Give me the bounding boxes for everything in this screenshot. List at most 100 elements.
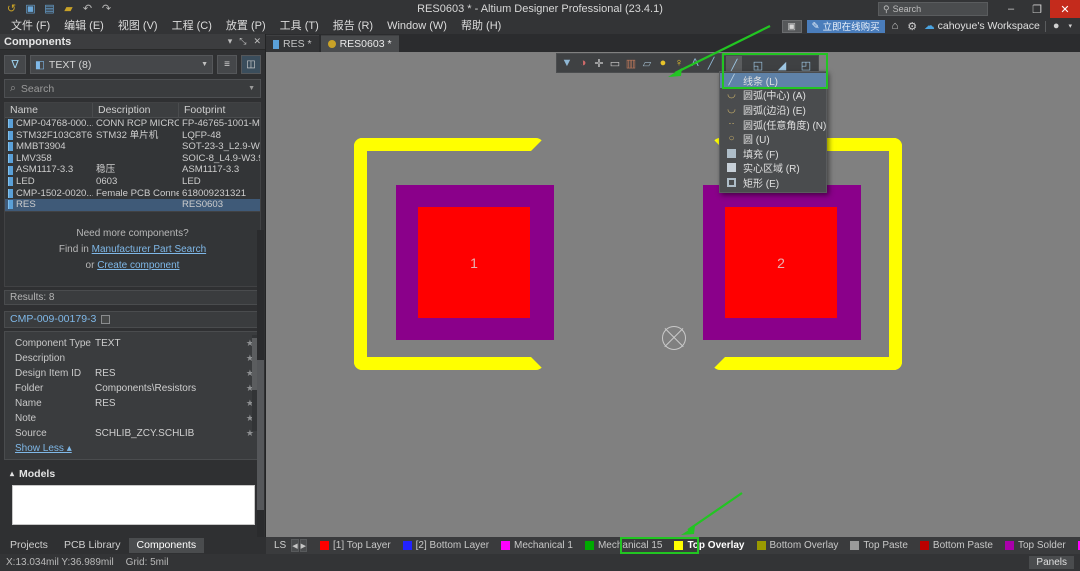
minimize-button[interactable]: – [998,0,1024,18]
models-preview-area[interactable] [12,485,255,525]
close-button[interactable]: ✕ [1050,0,1080,18]
layer-tab-top-paste[interactable]: Top Paste [844,538,913,553]
menu-file[interactable]: 文件 (F) [4,18,57,34]
table-row[interactable]: CMP-1502-0020... Female PCB Connect... 6… [5,188,260,200]
place-via-icon[interactable]: ● [655,54,671,72]
place-pin-icon[interactable]: ♀ [671,54,687,72]
chevron-down-icon: ▼ [201,61,208,68]
layer-next-button[interactable]: ▶ [300,539,307,552]
menu-place[interactable]: 放置 (P) [219,18,273,34]
create-component-link[interactable]: Create component [97,260,179,271]
panel-pin-icon[interactable]: ⤡ [239,36,246,47]
notifications-icon[interactable]: ▣ [782,20,802,33]
title-bar: ↺ ▣ ▤ ▰ ↶ ↷ RES0603 * - Altium Designer … [0,0,1080,18]
account-icon[interactable]: ● [1051,20,1062,32]
save-icon[interactable]: ▣ [23,2,38,16]
menu-tools[interactable]: 工具 (T) [273,18,326,34]
panel-close-icon[interactable]: ✕ [253,36,261,47]
menu-item-circle[interactable]: ○ 圆 (U) [720,131,826,146]
layer-tab-bottom-layer[interactable]: [2] Bottom Layer [397,538,495,553]
panel-tab-pcb-library[interactable]: PCB Library [56,538,129,553]
panel-scrollbar[interactable] [257,230,264,566]
show-less-link[interactable]: Show Less ▴ [15,443,72,454]
chevron-down-icon[interactable]: ▾ [1066,22,1074,30]
maximize-button[interactable]: ❐ [1024,0,1050,18]
tab-res0603[interactable]: RES0603 * [321,35,399,52]
tab-res[interactable]: RES * [266,35,319,52]
panel-tab-components[interactable]: Components [129,538,205,553]
category-dropdown[interactable]: ◧ TEXT (8) ▼ [30,55,213,74]
menu-item-rectangle[interactable]: 矩形 (E) [720,175,826,190]
place-3dbody-icon[interactable]: ▥ [623,54,639,72]
place-filled-icon[interactable]: ▼ [559,54,575,72]
table-row[interactable]: LMV358 SOIC-8_L4.9-W3.9-P... [5,153,260,165]
workspace-indicator[interactable]: ☁ cahoyue's Workspace [924,20,1040,32]
table-row[interactable]: LED 0603 LED [5,176,260,188]
panel-menu-icon[interactable]: ▾ [228,36,233,47]
menu-bar-right-tools: ▣ ✎ 立即在线购买 ⌂ ⚙ ☁ cahoyue's Workspace ● ▾ [782,20,1080,33]
menu-reports[interactable]: 报告 (R) [326,18,380,34]
layer-tab-bottom-solder[interactable]: Bottom Solder [1072,538,1080,553]
menu-edit[interactable]: 编辑 (E) [57,18,111,34]
layer-tab-mechanical-15[interactable]: Mechanical 15 [579,538,668,553]
split-view-button[interactable]: ◫ [241,55,261,74]
panels-button[interactable]: Panels [1029,556,1074,569]
layer-sets-label[interactable]: LS [274,540,286,551]
save-all-icon[interactable]: ▤ [42,2,57,16]
pad-1[interactable]: 1 [418,207,530,318]
place-region-icon[interactable]: ▭ [607,54,623,72]
place-pad-icon[interactable]: ◑ [575,54,591,72]
menu-item-arc-edge[interactable]: ◡ 圆弧(边沿) (E) [720,102,826,117]
gear-icon[interactable]: ⚙ [905,20,919,33]
cloud-icon: ☁ [924,20,935,32]
column-header-name[interactable]: Name [5,103,93,117]
column-header-footprint[interactable]: Footprint [179,103,260,117]
pcb-library-canvas[interactable]: 1 2 [266,52,1080,537]
components-search-input[interactable]: ⌕ Search ▼ [4,79,261,98]
table-row[interactable]: CMP-04768-000... CONN RCP MICRO... FP-46… [5,118,260,130]
models-section-header[interactable]: ▴ Models [10,468,261,480]
table-row[interactable]: STM32F103C8T6... STM32 单片机 LQFP-48 [5,130,260,142]
menu-item-line[interactable]: ╱ 线条 (L) [720,73,826,88]
table-row[interactable]: ASM1117-3.3 稳压 ASM1117-3.3 [5,164,260,176]
layer-tab-top-layer[interactable]: [1] Top Layer [314,538,397,553]
undo-icon[interactable]: ↶ [80,2,95,16]
scrollbar-thumb[interactable] [257,360,264,510]
place-eraser-icon[interactable]: ▱ [639,54,655,72]
open-icon[interactable]: ↺ [4,2,19,16]
menu-item-fill[interactable]: 填充 (F) [720,146,826,161]
menu-item-arc-center[interactable]: ◡ 圆弧(中心) (A) [720,88,826,103]
panel-tab-projects[interactable]: Projects [2,538,56,553]
place-string-icon[interactable]: A [687,54,703,72]
home-icon[interactable]: ⌂ [890,20,901,32]
filter-icon[interactable]: ∇ [4,55,26,74]
list-view-button[interactable]: ≡ [217,55,237,74]
layer-tab-mechanical-1[interactable]: Mechanical 1 [495,538,579,553]
place-crosshair-icon[interactable]: ✛ [591,54,607,72]
layer-tab-bottom-paste[interactable]: Bottom Paste [914,538,999,553]
menu-view[interactable]: 视图 (V) [111,18,165,34]
component-detail-header[interactable]: CMP-009-00179-3 ⱟ [4,311,261,328]
layer-tab-top-solder[interactable]: Top Solder [999,538,1072,553]
manufacturer-part-search-link[interactable]: Manufacturer Part Search [92,244,207,255]
redo-icon[interactable]: ↷ [99,2,114,16]
table-row-selected[interactable]: RES RES0603 [5,199,260,211]
place-line-icon[interactable]: ╱ [703,54,719,72]
pad-2[interactable]: 2 [725,207,837,318]
menu-project[interactable]: 工程 (C) [165,18,219,34]
menu-item-arc-any-angle[interactable]: ⋅⋅ 圆弧(任意角度) (N) [720,117,826,132]
buy-online-button[interactable]: ✎ 立即在线购买 [807,20,885,33]
collapse-icon[interactable]: ▴ [10,469,14,478]
table-row[interactable]: MMBT3904 SOT-23-3_L2.9-W1.6... [5,141,260,153]
column-header-description[interactable]: Description [93,103,179,117]
chevron-down-icon[interactable]: ▼ [248,85,255,92]
layer-tab-top-overlay[interactable]: Top Overlay [668,538,750,553]
menu-window[interactable]: Window (W) [380,18,454,34]
results-count: Results: 8 [4,290,261,305]
layer-prev-button[interactable]: ◀ [291,539,298,552]
menu-item-solid-region[interactable]: 实心区域 (R) [720,161,826,176]
layer-tab-bottom-overlay[interactable]: Bottom Overlay [751,538,845,553]
menu-help[interactable]: 帮助 (H) [454,18,508,34]
global-search-box[interactable]: ⚲ Search [878,2,988,16]
folder-icon[interactable]: ▰ [61,2,76,16]
